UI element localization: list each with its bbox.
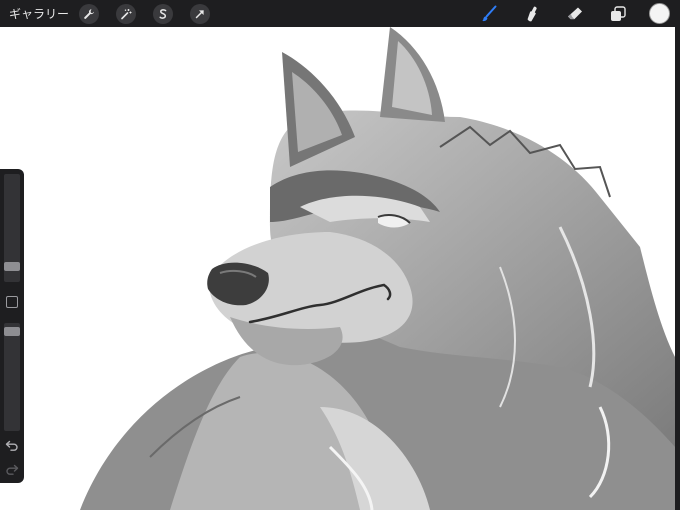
opacity-slider[interactable] [4, 323, 20, 431]
transform-button[interactable] [190, 3, 211, 24]
opacity-thumb[interactable] [4, 327, 20, 336]
eraser-icon [568, 7, 582, 19]
right-tool-group [477, 0, 680, 27]
brush-size-thumb[interactable] [4, 262, 20, 271]
selection-s-icon [159, 8, 167, 19]
layers-button[interactable] [606, 2, 630, 26]
wrench-icon [84, 8, 94, 19]
undo-icon[interactable] [5, 439, 19, 451]
eraser-tool-button[interactable] [563, 2, 587, 26]
adjustments-button[interactable] [116, 3, 137, 24]
wolf-artwork [80, 27, 675, 510]
paint-tool-button[interactable] [477, 2, 501, 26]
smudge-icon [527, 6, 537, 21]
drawing-canvas[interactable] [0, 27, 675, 510]
top-toolbar: ギャラリー [0, 0, 680, 27]
transform-arrow-icon [195, 9, 204, 18]
selection-button[interactable] [153, 3, 174, 24]
layers-icon [611, 5, 626, 21]
color-picker-button[interactable] [649, 3, 670, 24]
brush-size-slider[interactable] [4, 174, 20, 282]
gallery-button[interactable]: ギャラリー [9, 5, 69, 22]
actions-button[interactable] [79, 3, 100, 24]
smudge-tool-button[interactable] [520, 2, 544, 26]
brush-icon [482, 5, 497, 21]
magic-wand-icon [121, 8, 132, 19]
modify-button[interactable] [6, 296, 18, 308]
side-toolbar [0, 169, 24, 483]
redo-icon[interactable] [5, 463, 19, 475]
